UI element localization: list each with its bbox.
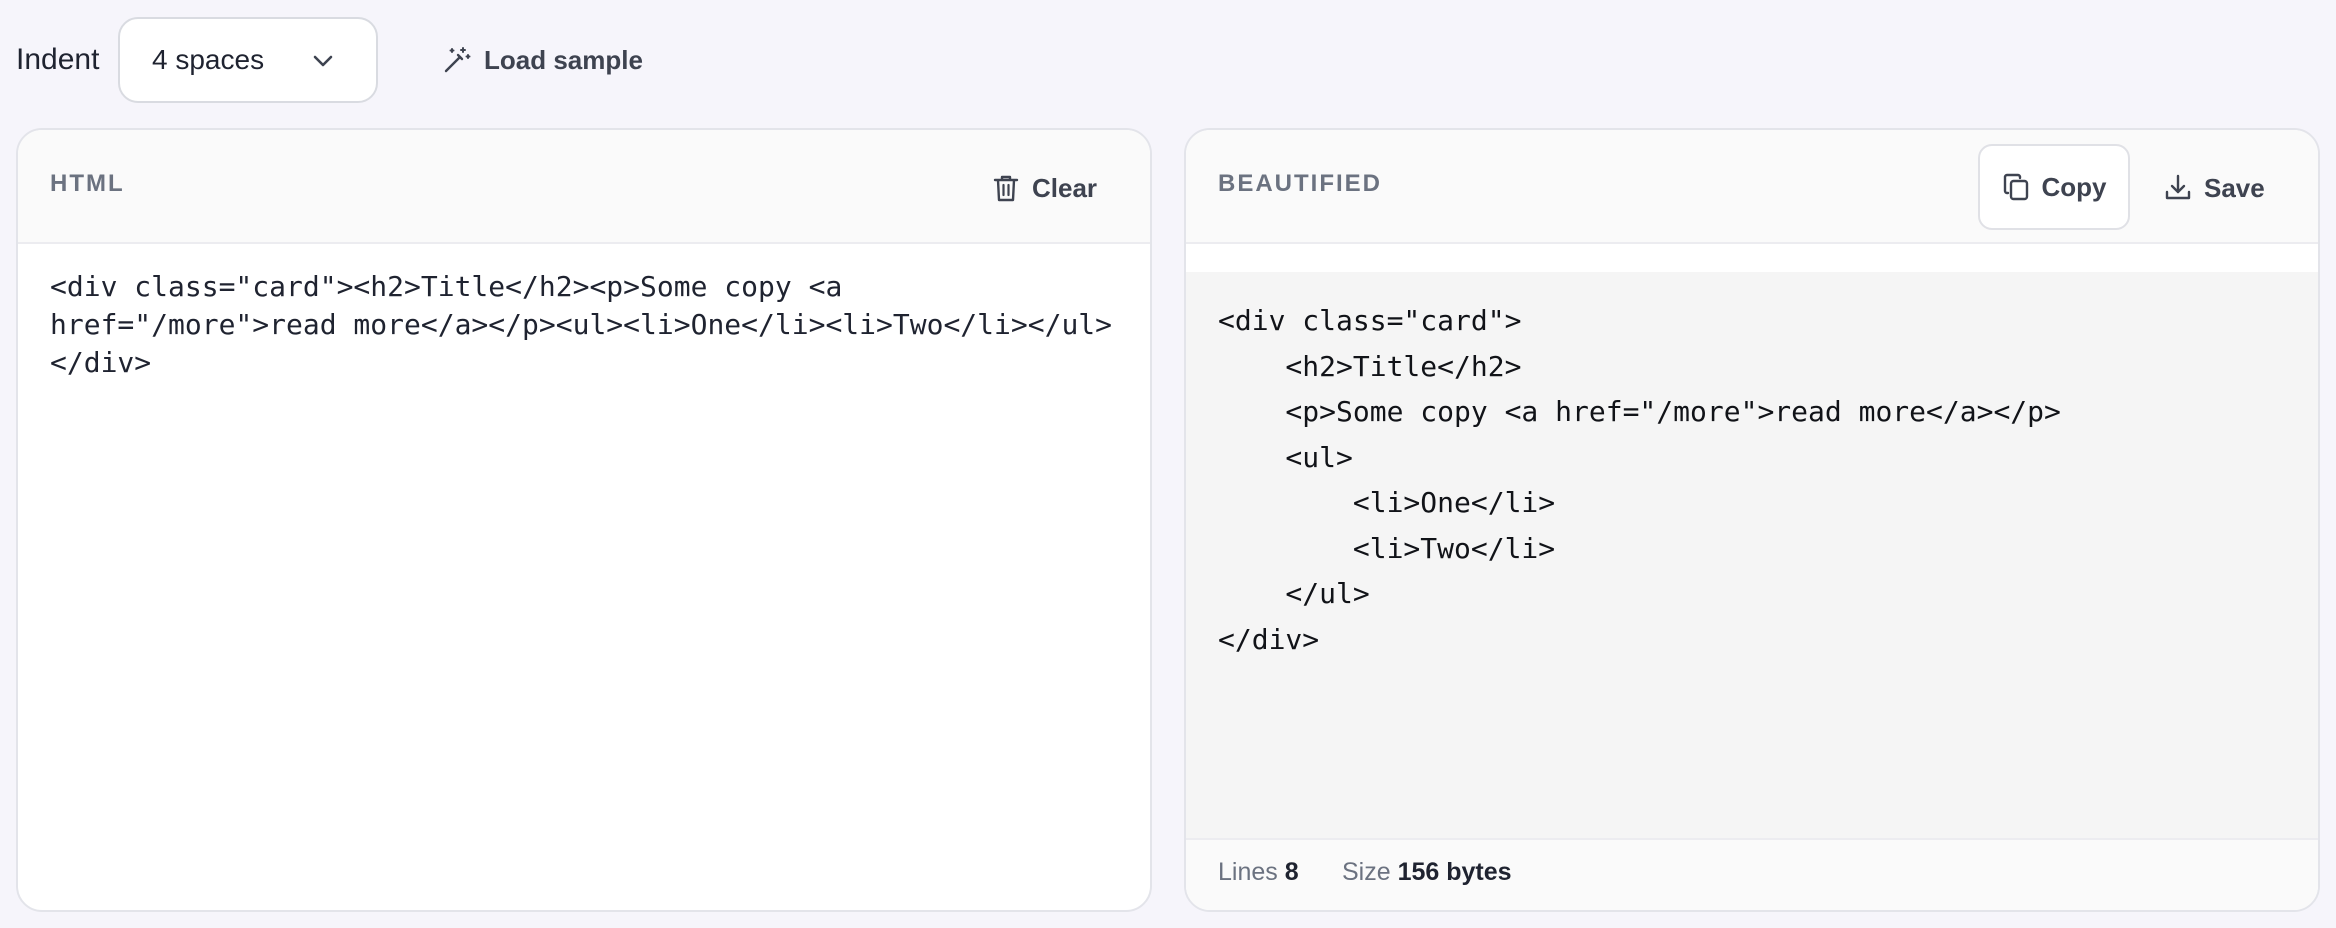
html-input-editor[interactable]: <div class="card"><h2>Title</h2><p>Some … — [50, 268, 1130, 382]
size-stat-label: Size — [1342, 858, 1391, 886]
size-stat-value: 156 bytes — [1397, 858, 1512, 886]
chevron-down-icon — [312, 53, 334, 69]
copy-button[interactable]: Copy — [1978, 144, 2130, 230]
clear-button[interactable]: Clear — [992, 168, 1097, 208]
indent-select-value: 4 spaces — [152, 44, 265, 75]
save-label: Save — [2204, 172, 2265, 203]
output-panel: BEAUTIFIED Copy Save <div class="card"> — [1184, 128, 2320, 912]
lines-stat: Lines 8 — [1218, 858, 1299, 887]
output-panel-header: BEAUTIFIED Copy Save — [1186, 130, 2318, 244]
lines-stat-value: 8 — [1284, 858, 1299, 886]
trash-icon — [992, 173, 1020, 203]
input-panel-header: HTML Clear — [18, 130, 1150, 244]
lines-stat-label: Lines — [1218, 858, 1278, 886]
download-icon — [2164, 173, 2192, 203]
size-stat: Size 156 bytes — [1342, 858, 1512, 887]
copy-icon — [2002, 172, 2030, 202]
indent-label: Indent — [16, 43, 100, 76]
input-panel: HTML Clear <div class="card"><h2>Title</… — [16, 128, 1152, 912]
beautified-output-area: <div class="card"> <h2>Title</h2> <p>Som… — [1186, 272, 2318, 840]
clear-label: Clear — [1032, 172, 1098, 203]
output-panel-title: BEAUTIFIED — [1218, 170, 1382, 197]
load-sample-button[interactable]: Load sample — [442, 40, 643, 80]
load-sample-label: Load sample — [484, 44, 643, 75]
beautified-code[interactable]: <div class="card"> <h2>Title</h2> <p>Som… — [1218, 298, 2061, 662]
output-stats-footer: Lines 8 Size 156 bytes — [1186, 838, 2318, 910]
input-panel-title: HTML — [50, 170, 125, 197]
magic-wand-icon — [442, 45, 472, 75]
save-button[interactable]: Save — [2164, 168, 2265, 208]
indent-select[interactable]: 4 spaces — [118, 17, 378, 103]
toolbar: Indent 4 spaces Load sample — [0, 0, 2336, 120]
copy-label: Copy — [2041, 171, 2107, 202]
